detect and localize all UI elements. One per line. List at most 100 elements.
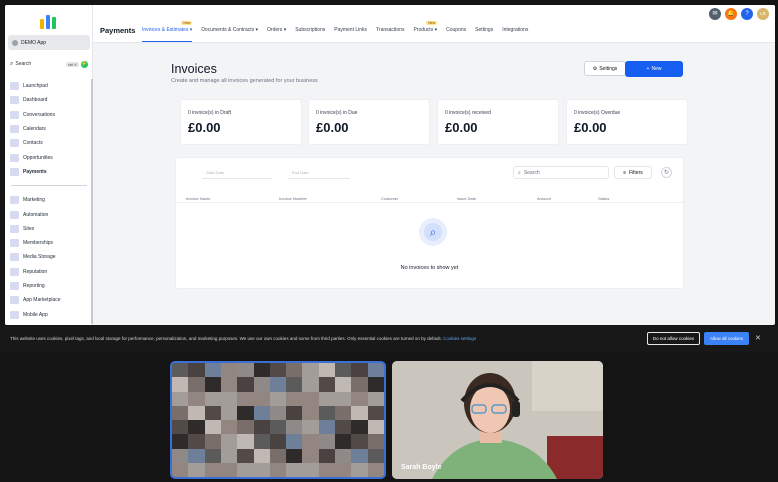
- invoices-table: Start Date End Date ⌕ Search ≡ Filters ↻…: [175, 157, 684, 289]
- tab-settings[interactable]: Settings: [475, 27, 493, 33]
- mosaic-cell: [286, 377, 303, 392]
- summary-card-amount: £0.00: [445, 120, 478, 135]
- end-date-input[interactable]: End Date: [288, 167, 350, 179]
- refresh-icon[interactable]: ↻: [661, 167, 672, 178]
- mosaic-cell: [220, 405, 238, 420]
- tab-integrations[interactable]: Integrations: [502, 27, 528, 33]
- sidebar-item-calendars[interactable]: Calendars: [5, 122, 93, 136]
- sidebar-item-mobile-app[interactable]: Mobile App: [5, 307, 93, 321]
- sidebar-scrollbar[interactable]: [91, 79, 93, 324]
- mosaic-cell: [253, 377, 270, 392]
- quick-add-icon[interactable]: ⚡: [81, 60, 88, 68]
- help-icon[interactable]: ?: [741, 8, 753, 20]
- mosaic-cell: [269, 391, 287, 406]
- sidebar-item-opportunities[interactable]: Opportunities: [5, 150, 93, 164]
- column-header[interactable]: Issue Date: [457, 196, 476, 201]
- tab-payment-links[interactable]: Payment Links: [334, 27, 367, 33]
- mosaic-cell: [302, 448, 319, 463]
- tab-transactions[interactable]: Transactions: [376, 27, 404, 33]
- mosaic-cell: [172, 363, 189, 378]
- tab-subscriptions[interactable]: Subscriptions: [295, 27, 325, 33]
- chevron-down-icon: ▾: [282, 27, 287, 33]
- sidebar-item-sites[interactable]: Sites: [5, 222, 93, 236]
- settings-button[interactable]: ⚙ Settings: [584, 61, 626, 76]
- column-header[interactable]: Invoice Number: [279, 196, 307, 201]
- mosaic-cell: [220, 434, 238, 449]
- sidebar-item-conversations[interactable]: Conversations: [5, 108, 93, 122]
- filters-button[interactable]: ≡ Filters: [614, 166, 652, 179]
- mosaic-cell: [220, 420, 238, 435]
- sidebar-item-automation[interactable]: Automation: [5, 207, 93, 221]
- sidebar-item-icon: [10, 110, 19, 119]
- search-icon: ⌕: [10, 60, 14, 67]
- accept-cookies-button[interactable]: Allow all cookies: [704, 332, 749, 345]
- mosaic-cell: [253, 391, 270, 406]
- mosaic-cell: [335, 434, 352, 449]
- mosaic-cell: [237, 420, 254, 435]
- cookie-settings-link[interactable]: Cookies settings: [443, 336, 476, 341]
- account-switcher[interactable]: DEMO App: [8, 35, 90, 50]
- sidebar-item-payments[interactable]: Payments: [5, 165, 93, 179]
- sidebar-item-reputation[interactable]: Reputation: [5, 265, 93, 279]
- sidebar-divider: [11, 185, 87, 187]
- new-badge: New: [426, 21, 438, 25]
- mosaic-cell: [286, 405, 303, 420]
- sidebar-item-icon: [10, 253, 19, 262]
- sidebar-item-marketing[interactable]: Marketing: [5, 193, 93, 207]
- tab-coupons[interactable]: Coupons: [446, 27, 466, 33]
- sidebar-item-app-marketplace[interactable]: App Marketplace: [5, 293, 93, 307]
- start-date-input[interactable]: Start Date: [202, 167, 272, 179]
- invoice-search-input[interactable]: ⌕ Search: [513, 166, 609, 179]
- mosaic-cell: [318, 420, 336, 435]
- megaphone-icon[interactable]: ✉: [709, 8, 721, 20]
- participant-video: [392, 361, 603, 479]
- mosaic-cell: [269, 420, 287, 435]
- mosaic-cell: [302, 391, 319, 406]
- mosaic-cell: [367, 420, 384, 435]
- new-invoice-button[interactable]: + New: [625, 61, 683, 77]
- tab-invoices-estimates[interactable]: Invoices & Estimates ▾ New: [142, 21, 193, 42]
- tab-orders[interactable]: Orders ▾: [267, 27, 286, 33]
- sidebar-search[interactable]: ⌕ Search ctrl K ⚡: [8, 58, 90, 70]
- mosaic-cell: [188, 405, 205, 420]
- mosaic-cell: [335, 377, 352, 392]
- mosaic-cell: [188, 420, 205, 435]
- summary-card-label: 0 invoice(s) in Due: [316, 110, 358, 116]
- sidebar-item-reporting[interactable]: Reporting: [5, 279, 93, 293]
- video-tile-participant[interactable]: Sarah Boyle: [392, 361, 603, 479]
- mosaic-cell: [335, 363, 352, 378]
- chevron-down-icon: ▾: [188, 27, 193, 33]
- sidebar-item-icon: [10, 310, 19, 319]
- column-header[interactable]: Invoice Name: [186, 196, 210, 201]
- tab-label: Settings: [475, 27, 494, 33]
- sidebar-item-memberships[interactable]: Memberships: [5, 236, 93, 250]
- sidebar-item-media-storage[interactable]: Media Storage: [5, 250, 93, 264]
- mosaic-cell: [220, 363, 238, 378]
- column-header[interactable]: Status: [598, 196, 609, 201]
- mosaic-cell: [286, 363, 303, 378]
- mosaic-cell: [318, 391, 336, 406]
- sidebar-item-icon: [10, 82, 19, 91]
- sidebar-item-launchpad[interactable]: Launchpad: [5, 79, 93, 93]
- mosaic-cell: [204, 434, 221, 449]
- chevron-down-icon: ▾: [433, 27, 438, 33]
- sidebar-item-label: Mobile App: [23, 311, 48, 318]
- close-icon[interactable]: ✕: [755, 334, 761, 342]
- notification-icon[interactable]: 🔔: [725, 8, 737, 20]
- sidebar-item-dashboard[interactable]: Dashboard: [5, 93, 93, 107]
- video-tile-blurred[interactable]: [170, 361, 386, 479]
- mosaic-cell: [286, 420, 303, 435]
- table-header: Invoice Name Invoice Number Customer Issue …: [176, 193, 683, 203]
- mosaic-cell: [237, 377, 254, 392]
- column-header[interactable]: Amount: [537, 196, 551, 201]
- sidebar-item-label: Payments: [23, 168, 47, 175]
- tab-documents-contracts[interactable]: Documents & Contracts ▾: [201, 27, 258, 33]
- sidebar-item-label: Marketing: [23, 197, 45, 204]
- mosaic-cell: [269, 377, 287, 392]
- pixelated-video: [172, 363, 384, 477]
- decline-cookies-button[interactable]: Do not allow cookies: [647, 332, 700, 345]
- sidebar-item-contacts[interactable]: Contacts: [5, 136, 93, 150]
- column-header[interactable]: Customer: [381, 196, 398, 201]
- avatar[interactable]: LB: [757, 8, 769, 20]
- tab-products[interactable]: Products ▾ New: [413, 21, 438, 33]
